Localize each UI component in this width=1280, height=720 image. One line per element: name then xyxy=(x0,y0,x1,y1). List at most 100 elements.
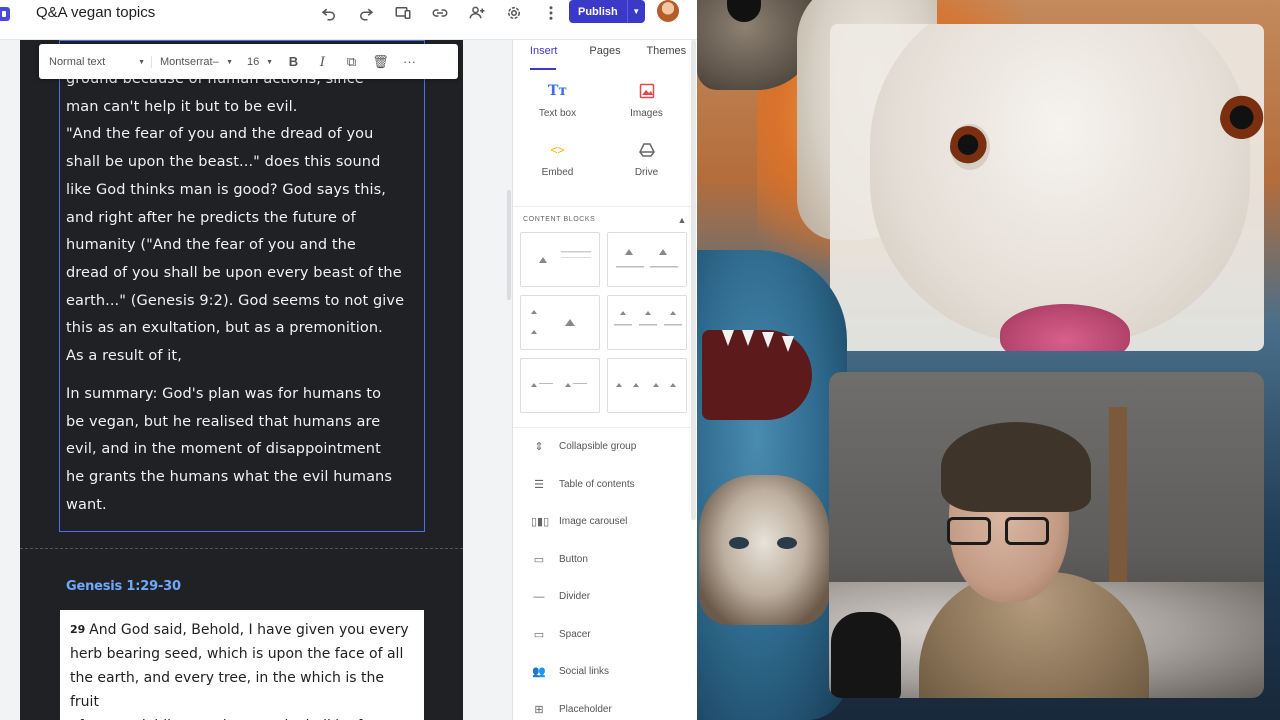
top-bar: Q&A vegan topics Publish ▼ xyxy=(0,0,697,40)
text-line: humanity ("And the fear of you and the xyxy=(66,237,356,254)
component-image-carousel[interactable]: ▯▮▯ Image carousel xyxy=(513,503,697,541)
component-spacer[interactable]: ▭ Spacer xyxy=(513,616,697,654)
bold-icon[interactable]: B xyxy=(279,54,308,69)
editor-canvas: ground because of human actions, since ma… xyxy=(0,40,512,720)
insert-images[interactable]: Images xyxy=(602,80,691,139)
component-button[interactable]: ▭ Button xyxy=(513,541,697,579)
component-social-links[interactable]: 👥 Social links xyxy=(513,653,697,691)
content-blocks-header[interactable]: CONTENT BLOCKS ▲ xyxy=(513,206,697,226)
component-label: Spacer xyxy=(559,628,591,640)
delete-icon[interactable]: 🗑 xyxy=(366,54,395,70)
grumpy-cat-eye xyxy=(777,537,797,549)
collapsible-group-icon: ⇕ xyxy=(534,441,544,454)
content-block-image-grid[interactable] xyxy=(520,295,600,350)
screen: Q&A vegan topics Publish ▼ ground becaus… xyxy=(0,0,1280,720)
redo-icon[interactable] xyxy=(347,2,384,24)
text-line: this as an exultation, but as a premonit… xyxy=(66,320,383,337)
verse-embed[interactable]: 29 And God said, Behold, I have given yo… xyxy=(60,610,424,720)
content-block-icon-row[interactable] xyxy=(607,358,687,413)
insert-drive[interactable]: Drive xyxy=(602,139,691,198)
component-label: Social links xyxy=(559,666,610,678)
spacer-icon: ▭ xyxy=(533,628,545,641)
embed-icon: <> xyxy=(550,143,565,157)
tab-themes[interactable]: Themes xyxy=(636,40,697,70)
insert-item-label: Text box xyxy=(538,108,577,119)
avatar[interactable] xyxy=(657,0,679,22)
insert-items: Tт Text box Images <> Embed Drive xyxy=(513,70,697,198)
component-label: Image carousel xyxy=(559,516,628,528)
microphone xyxy=(831,612,901,698)
sites-logo-icon[interactable] xyxy=(0,7,10,21)
font-size-dropdown[interactable]: 16 ▼ xyxy=(239,56,279,68)
shark-tooth xyxy=(782,336,794,352)
placeholder-icon: ⊞ xyxy=(534,703,544,716)
chevron-down-icon: ▼ xyxy=(226,58,233,66)
publish-group: Publish ▼ xyxy=(569,0,645,23)
glasses xyxy=(947,517,1067,547)
components-list: ⇕ Collapsible group ☰ Table of contents … xyxy=(513,427,697,720)
text-line: be vegan, but he realised that humans ar… xyxy=(66,413,381,430)
section-divider xyxy=(20,548,463,549)
component-collapsible-group[interactable]: ⇕ Collapsible group xyxy=(513,428,697,466)
section-heading[interactable]: Genesis 1:29-30 xyxy=(66,579,181,594)
canvas-scrollbar[interactable] xyxy=(507,190,511,300)
font-value: Montserrat– xyxy=(160,55,219,68)
publish-options-chevron-icon[interactable]: ▼ xyxy=(626,0,645,23)
text-style-dropdown[interactable]: Normal text ▼ xyxy=(39,56,151,68)
toolbar-icons xyxy=(310,2,569,24)
image-carousel-icon: ▯▮▯ xyxy=(531,516,550,529)
settings-icon[interactable] xyxy=(495,2,532,24)
component-label: Placeholder xyxy=(559,703,612,715)
share-icon[interactable] xyxy=(458,2,495,24)
chevron-down-icon: ▼ xyxy=(266,58,273,66)
verse-number: 29 xyxy=(70,623,90,636)
paragraph-1[interactable]: ground because of human actions, since ma… xyxy=(66,66,426,371)
component-placeholder[interactable]: ⊞ Placeholder xyxy=(513,691,697,720)
verse-text: herb bearing seed, which is upon the fac… xyxy=(70,646,404,662)
component-table-of-contents[interactable]: ☰ Table of contents xyxy=(513,466,697,504)
table-of-contents-icon: ☰ xyxy=(534,478,544,491)
drive-icon xyxy=(638,139,655,161)
preview-icon[interactable] xyxy=(384,2,421,24)
panel-scrollbar[interactable] xyxy=(691,40,696,520)
component-label: Collapsible group xyxy=(559,441,637,453)
person-hair xyxy=(941,422,1091,512)
more-vert-icon[interactable] xyxy=(532,2,569,24)
italic-icon[interactable]: I xyxy=(308,54,337,70)
insert-embed[interactable]: <> Embed xyxy=(513,139,602,198)
tab-pages[interactable]: Pages xyxy=(574,40,635,70)
undo-icon[interactable] xyxy=(310,2,347,24)
verse-text: And God said, Behold, I have given you e… xyxy=(89,622,409,638)
content-blocks-label: CONTENT BLOCKS xyxy=(523,216,596,223)
shark-tooth xyxy=(742,330,754,346)
component-label: Table of contents xyxy=(559,478,635,490)
text-line: In summary: God's plan was for humans to xyxy=(66,386,382,402)
publish-button[interactable]: Publish xyxy=(569,0,627,23)
copy-icon[interactable]: ⧉ xyxy=(337,54,366,70)
verse-line: 29 And God said, Behold, I have given yo… xyxy=(70,618,414,642)
document-title[interactable]: Q&A vegan topics xyxy=(36,4,155,21)
insert-item-label: Images xyxy=(630,108,663,119)
text-line: As a result of it, xyxy=(66,348,182,365)
link-icon[interactable] xyxy=(421,2,458,24)
tab-insert[interactable]: Insert xyxy=(513,40,574,70)
component-divider[interactable]: — Divider xyxy=(513,578,697,616)
content-block-grid xyxy=(513,226,697,413)
more-horiz-icon[interactable]: ··· xyxy=(395,54,424,69)
text-box-icon: Tт xyxy=(547,83,568,99)
insert-text-box[interactable]: Tт Text box xyxy=(513,80,602,139)
font-dropdown[interactable]: Montserrat– ▼ xyxy=(151,55,239,68)
text-line: "And the fear of you and the dread of yo… xyxy=(66,126,374,143)
content-block-image-text[interactable] xyxy=(520,232,600,287)
text-line: like God thinks man is good? God says th… xyxy=(66,181,386,198)
content-block-text-columns[interactable] xyxy=(520,358,600,413)
grumpy-cat-image xyxy=(699,475,829,625)
shark-mouth xyxy=(702,330,812,420)
content-block-two-images[interactable] xyxy=(607,232,687,287)
insert-item-label: Embed xyxy=(541,167,574,178)
text-line: evil, and in the moment of disappointmen… xyxy=(66,441,381,458)
content-block-three-images[interactable] xyxy=(607,295,687,350)
verse-line: of a tree yielding seed; to you it shall… xyxy=(70,714,414,720)
webcam-shelf xyxy=(1109,407,1127,607)
paragraph-2[interactable]: In summary: God's plan was for humans to… xyxy=(66,381,426,520)
